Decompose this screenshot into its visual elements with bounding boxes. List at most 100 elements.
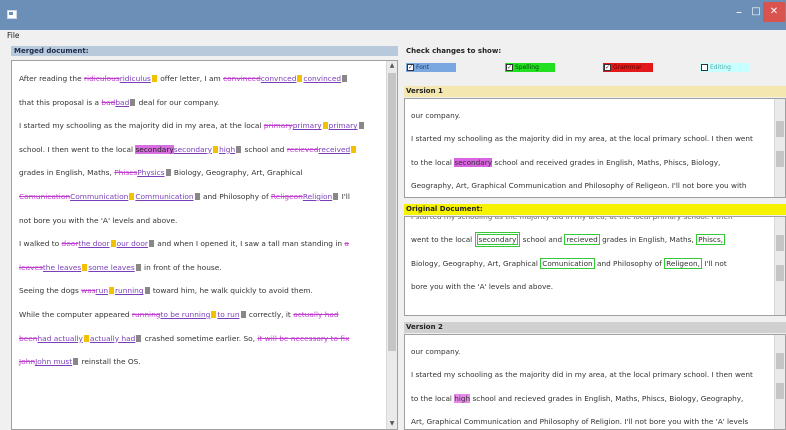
merged-document-title: Merged document: xyxy=(14,47,89,55)
inserted-text: the door xyxy=(78,239,110,249)
merged-line: beenhad actually actually had crashed som… xyxy=(19,333,350,343)
merged-line: ComunicationCommunication Communication a… xyxy=(19,191,350,201)
deleted-text: it will be necessary to fix xyxy=(257,333,350,343)
change-marker-v2[interactable] xyxy=(136,334,142,342)
merged-line: grades in English, Maths, PhiscsPhysics … xyxy=(19,168,303,178)
deleted-text: door xyxy=(61,239,79,249)
change-marker-v2[interactable] xyxy=(148,240,154,248)
scroll-thumb[interactable] xyxy=(776,383,784,399)
close-button[interactable]: ✕ xyxy=(763,2,785,22)
change-marker-v2[interactable] xyxy=(165,169,171,177)
deleted-text: ridiculous xyxy=(84,74,120,83)
merged-line: that this proposal is a badbad deal for … xyxy=(19,97,220,107)
scroll-thumb[interactable] xyxy=(776,235,784,251)
version1-pane[interactable]: our company. I started my schooling as t… xyxy=(404,98,786,198)
change-box: Religeon, xyxy=(664,257,702,269)
deleted-text: a xyxy=(344,239,349,249)
deleted-text: leaves xyxy=(19,262,43,272)
original-document-text[interactable]: I started my schooling as the majority d… xyxy=(411,217,773,299)
change-marker-v2[interactable] xyxy=(130,98,136,106)
menu-file[interactable]: File xyxy=(7,31,20,40)
deleted-text: Phiscs xyxy=(114,168,138,178)
change-marker-v1[interactable] xyxy=(213,145,219,153)
highlighted-text: secondary xyxy=(135,144,174,154)
inserted-text: had actually xyxy=(37,333,83,343)
editing-checkbox[interactable]: Editing xyxy=(700,63,750,72)
merged-scrollbar[interactable]: ▲ ▼ xyxy=(386,61,397,429)
deleted-text: bad xyxy=(101,97,116,107)
scroll-thumb[interactable] xyxy=(388,73,396,351)
inserted-text: ridiculus xyxy=(119,74,151,83)
change-marker-v2[interactable] xyxy=(73,358,79,366)
scroll-down-icon[interactable]: ▼ xyxy=(387,419,397,429)
grammar-checkbox[interactable]: ✓ Grammar xyxy=(603,63,653,72)
inserted-text: some leaves xyxy=(88,262,135,272)
change-marker-v1[interactable] xyxy=(109,287,115,295)
scroll-thumb[interactable] xyxy=(776,151,784,167)
inserted-text: John must xyxy=(35,357,73,367)
merged-line: While the computer appeared runningto be… xyxy=(19,309,339,319)
change-marker-v2[interactable] xyxy=(144,287,150,295)
version1-text[interactable]: our company. I started my schooling as t… xyxy=(411,104,773,197)
inserted-text: high xyxy=(219,144,236,154)
merged-document-header: Merged document: xyxy=(11,46,398,56)
change-marker-v1[interactable] xyxy=(129,192,135,200)
change-marker-v2[interactable] xyxy=(333,192,339,200)
merged-document-text[interactable]: After reading the ridiculousridiculus of… xyxy=(19,67,384,374)
checkbox-tick-icon: ✓ xyxy=(407,64,414,71)
inserted-text: received xyxy=(318,144,351,154)
checkbox-tick-icon: ✓ xyxy=(506,64,513,71)
spelling-checkbox[interactable]: ✓ Spelling xyxy=(505,63,555,72)
original-document-header: Original Document: xyxy=(404,204,786,215)
version2-header: Version 2 xyxy=(404,322,786,333)
original-document-pane[interactable]: I started my schooling as the majority d… xyxy=(404,216,786,316)
inserted-text: convnced xyxy=(260,74,297,83)
change-marker-v1[interactable] xyxy=(211,310,217,318)
version2-text[interactable]: our company. I started my schooling as t… xyxy=(411,340,773,429)
change-marker-v1[interactable] xyxy=(110,240,116,248)
scroll-thumb[interactable] xyxy=(776,265,784,281)
scroll-up-icon[interactable]: ▲ xyxy=(387,61,397,71)
check-changes-title: Check changes to show: xyxy=(406,47,502,55)
inserted-text: primary xyxy=(328,121,358,131)
change-marker-v1[interactable] xyxy=(83,334,89,342)
version2-pane[interactable]: our company. I started my schooling as t… xyxy=(404,334,786,430)
highlighted-text: high xyxy=(454,393,471,403)
inserted-text: to be running xyxy=(160,309,211,319)
change-marker-v1[interactable] xyxy=(351,145,357,153)
inserted-text: run xyxy=(95,286,109,296)
deleted-text: running xyxy=(131,309,161,319)
font-checkbox[interactable]: ✓ Font xyxy=(406,63,456,72)
change-marker-v1[interactable] xyxy=(151,75,157,82)
merged-line: leavesthe leaves some leaves in front of … xyxy=(19,262,222,272)
original-scrollbar[interactable] xyxy=(774,217,785,315)
change-marker-v1[interactable] xyxy=(82,263,88,271)
merged-line: I started my schooling as the majority d… xyxy=(19,114,384,138)
scroll-thumb[interactable] xyxy=(776,353,784,369)
version1-scrollbar[interactable] xyxy=(774,99,785,197)
change-marker-v1[interactable] xyxy=(297,75,303,82)
minimize-button[interactable]: – xyxy=(728,2,750,22)
inserted-text: actually had xyxy=(89,333,136,343)
change-box: Phiscs, xyxy=(696,234,726,246)
scroll-thumb[interactable] xyxy=(776,121,784,137)
change-marker-v2[interactable] xyxy=(342,75,348,82)
change-marker-v2[interactable] xyxy=(358,122,364,130)
inserted-text: our door xyxy=(116,239,148,249)
change-box: Comunication xyxy=(540,257,595,269)
maximize-button[interactable]: □ xyxy=(750,2,762,22)
change-marker-v2[interactable] xyxy=(240,310,246,318)
change-marker-v2[interactable] xyxy=(236,145,242,153)
checkbox-empty-icon xyxy=(701,64,708,71)
inserted-text: running xyxy=(115,286,144,296)
change-marker-v2[interactable] xyxy=(135,263,141,271)
menu-bar: File xyxy=(0,30,786,42)
inserted-text: the leaves xyxy=(42,262,82,272)
change-marker-v2[interactable] xyxy=(194,192,200,200)
merged-line: JohnJohn must reinstall the OS. xyxy=(19,357,141,367)
merged-document-pane[interactable]: After reading the ridiculousridiculus of… xyxy=(11,60,398,430)
deleted-text: recieved xyxy=(286,144,319,154)
change-marker-v1[interactable] xyxy=(322,122,328,130)
version2-scrollbar[interactable] xyxy=(774,335,785,429)
deleted-text: Religeon xyxy=(270,191,303,201)
